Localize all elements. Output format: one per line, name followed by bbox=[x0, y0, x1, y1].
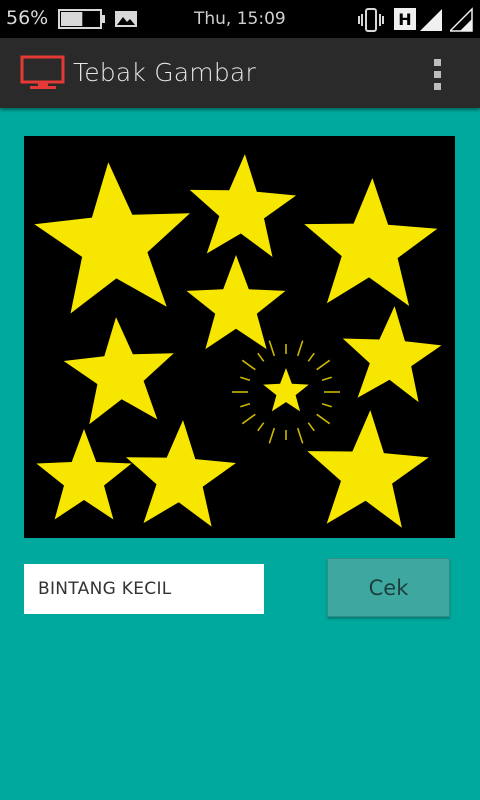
action-bar: Tebak Gambar bbox=[0, 38, 480, 108]
star-shape bbox=[36, 429, 132, 520]
small-star-shape bbox=[263, 368, 309, 412]
check-button[interactable]: Cek bbox=[327, 558, 450, 617]
battery-percent: 56% bbox=[6, 7, 49, 29]
star-shape bbox=[186, 255, 286, 350]
answer-input[interactable] bbox=[24, 564, 264, 614]
star-shape bbox=[34, 162, 191, 314]
menu-dot bbox=[433, 82, 441, 90]
app-title: Tebak Gambar bbox=[73, 58, 256, 87]
signal-strength-icon bbox=[420, 7, 444, 37]
star-shape bbox=[307, 410, 429, 528]
vibrate-icon bbox=[358, 8, 384, 36]
stars-image bbox=[34, 154, 442, 528]
status-clock: Thu, 15:09 bbox=[194, 9, 286, 29]
star-shape bbox=[342, 306, 442, 403]
menu-dot bbox=[433, 70, 441, 78]
overflow-menu-icon[interactable] bbox=[426, 54, 448, 94]
puzzle-image bbox=[24, 136, 455, 538]
status-bar: 56% Thu, 15:09 H bbox=[0, 0, 480, 38]
star-shape bbox=[125, 420, 236, 527]
network-type-icon: H bbox=[394, 8, 416, 34]
menu-dot bbox=[433, 58, 441, 66]
monitor-icon bbox=[20, 55, 66, 95]
gallery-notification-icon bbox=[114, 9, 138, 33]
star-shape bbox=[304, 178, 438, 306]
star-shape bbox=[189, 154, 297, 257]
svg-text:H: H bbox=[398, 10, 411, 29]
star-shape bbox=[63, 317, 174, 425]
signal-strength-secondary-icon bbox=[448, 7, 474, 37]
battery-icon bbox=[58, 9, 106, 33]
